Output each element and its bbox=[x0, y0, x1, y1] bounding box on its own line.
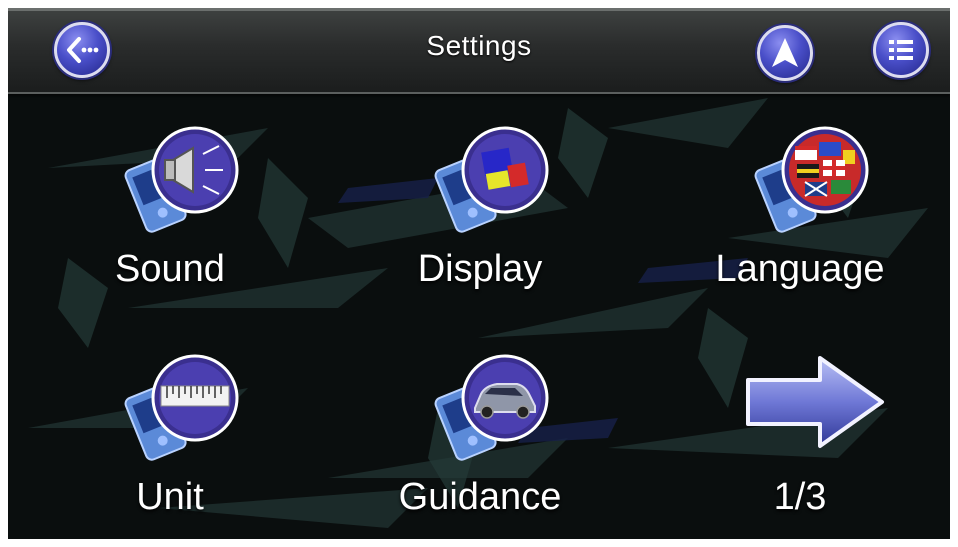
menu-item-unit[interactable]: Unit bbox=[20, 348, 320, 539]
back-button[interactable] bbox=[54, 22, 110, 78]
menu-item-language-label: Language bbox=[715, 248, 885, 290]
menu-item-display[interactable]: Display bbox=[330, 120, 630, 320]
list-menu-icon bbox=[889, 40, 913, 60]
flags-icon bbox=[754, 126, 869, 233]
list-menu-button[interactable] bbox=[873, 22, 929, 78]
menu-item-language[interactable]: Language bbox=[650, 120, 950, 320]
display-colors-icon bbox=[434, 126, 549, 233]
speaker-icon bbox=[124, 126, 239, 233]
back-icon bbox=[67, 37, 99, 63]
menu-item-display-label: Display bbox=[417, 248, 543, 290]
page-indicator: 1/3 bbox=[773, 476, 827, 518]
next-page-button[interactable]: 1/3 bbox=[650, 348, 950, 539]
car-icon bbox=[434, 354, 549, 461]
settings-screen: Settings Sound Display Language Unit Gui… bbox=[8, 8, 950, 539]
menu-item-guidance-label: Guidance bbox=[398, 476, 562, 518]
navigation-button[interactable] bbox=[757, 25, 813, 81]
ruler-icon bbox=[124, 354, 239, 461]
menu-item-sound-label: Sound bbox=[115, 248, 225, 290]
navigation-arrow-icon bbox=[772, 38, 798, 67]
menu-item-unit-label: Unit bbox=[136, 476, 204, 518]
page-title: Settings bbox=[426, 30, 532, 61]
next-arrow-icon bbox=[746, 356, 884, 448]
menu-item-sound[interactable]: Sound bbox=[20, 120, 320, 320]
title-bar: Settings bbox=[8, 8, 950, 94]
menu-item-guidance[interactable]: Guidance bbox=[330, 348, 630, 539]
